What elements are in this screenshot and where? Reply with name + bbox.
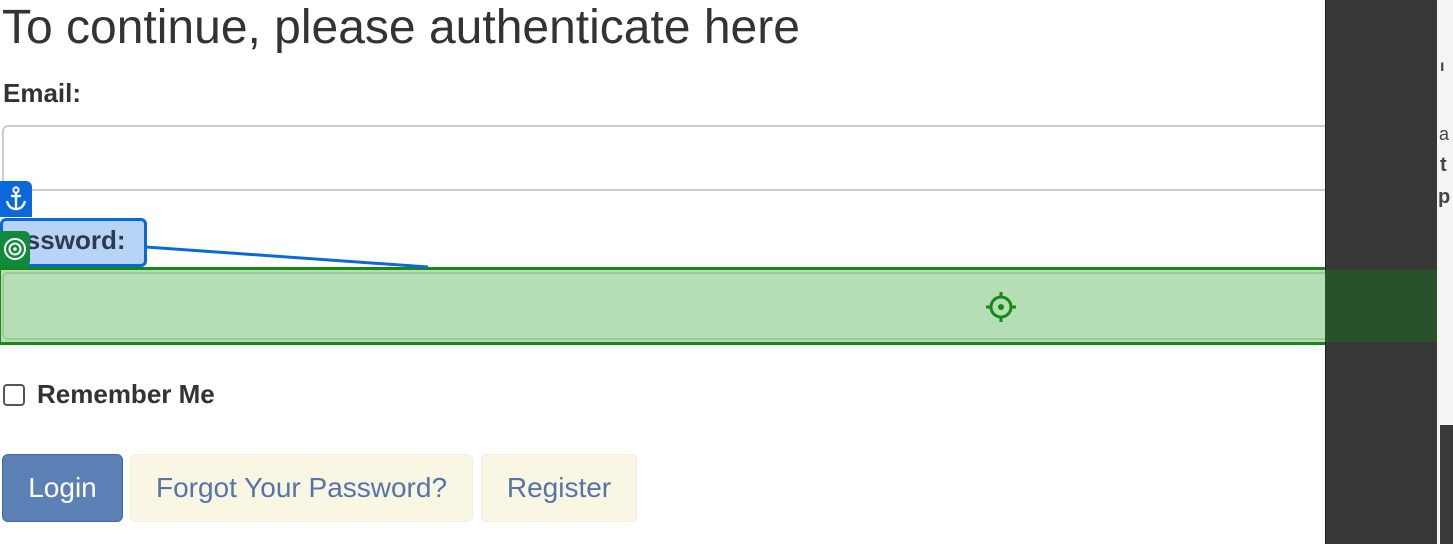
remember-me-row[interactable]: Remember Me — [2, 379, 215, 410]
password-field[interactable] — [2, 272, 1342, 340]
target-icon — [0, 231, 30, 267]
page-title: To continue, please authenticate here — [2, 1, 800, 54]
scrollbar-thumb[interactable] — [1440, 425, 1453, 544]
forgot-password-button[interactable]: Forgot Your Password? — [130, 454, 473, 522]
remember-me-label: Remember Me — [37, 379, 215, 409]
edge-glyph: a — [1439, 124, 1450, 144]
anchor-icon — [0, 181, 32, 217]
register-button[interactable]: Register — [481, 454, 637, 522]
edge-glyph: ı — [1440, 58, 1445, 75]
remember-me-checkbox[interactable] — [3, 383, 25, 406]
side-panel-highlight — [1325, 270, 1437, 342]
edge-glyph: t — [1440, 154, 1447, 176]
login-button[interactable]: Login — [2, 454, 123, 522]
crosshair-icon — [986, 292, 1016, 322]
edge-glyph: p — [1438, 186, 1451, 208]
email-label: Email: — [3, 78, 82, 108]
email-field[interactable] — [2, 125, 1342, 191]
